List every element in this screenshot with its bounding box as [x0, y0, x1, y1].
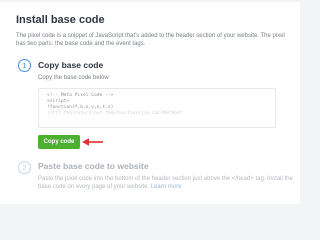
- code-line: !function(f,b,e,v,n,t,s): [47, 105, 114, 110]
- install-base-code-card: Install base code The pixel code is a sn…: [0, 2, 300, 204]
- code-line: <script>: [47, 99, 70, 104]
- page-title: Install base code: [16, 14, 105, 26]
- step-2-number: 2: [18, 161, 31, 174]
- base-code-box[interactable]: <!-- Meta Pixel Code --> <script> !funct…: [38, 88, 276, 128]
- step-1-title: Copy base code: [38, 60, 104, 70]
- copy-code-button[interactable]: Copy code: [38, 135, 80, 149]
- code-fade-overlay: [39, 111, 275, 127]
- learn-more-link[interactable]: Learn more: [151, 184, 182, 190]
- step-2-description: Paste the pixel code into the bottom of …: [38, 175, 293, 191]
- step-1-subtitle: Copy the base code below: [38, 75, 109, 81]
- intro-text: The pixel code is a snippet of JavaScrip…: [16, 33, 285, 47]
- code-line: <!-- Meta Pixel Code -->: [47, 93, 114, 98]
- step-1-number: 1: [18, 59, 31, 72]
- arrow-left-icon: [82, 138, 103, 146]
- step-2-title: Paste base code to website: [38, 161, 149, 171]
